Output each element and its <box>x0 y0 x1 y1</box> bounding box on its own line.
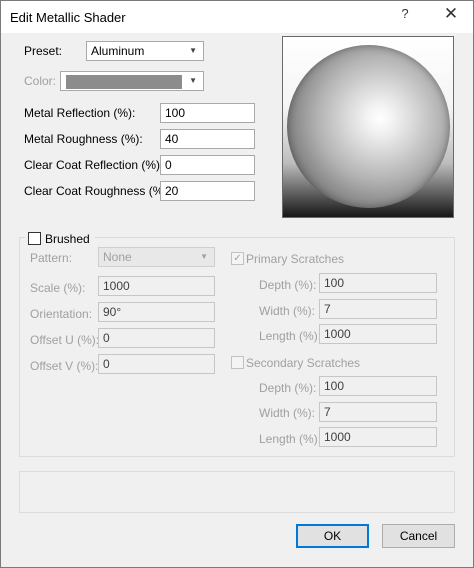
color-swatch <box>66 75 182 89</box>
secondary-length-input[interactable]: 1000 <box>319 427 437 447</box>
cancel-button[interactable]: Cancel <box>382 524 455 548</box>
dialog-window: Edit Metallic Shader ? ✕ Preset: Aluminu… <box>0 0 474 568</box>
primary-depth-label: Depth (%): <box>259 278 317 292</box>
offset-v-input[interactable]: 0 <box>98 354 215 374</box>
pattern-value: None <box>103 250 132 264</box>
primary-width-label: Width (%): <box>259 304 316 318</box>
preview-sphere <box>287 45 450 208</box>
metal-roughness-input[interactable]: 40 <box>160 129 255 149</box>
primary-depth-input[interactable]: 100 <box>319 273 437 293</box>
primary-length-label: Length (%): <box>259 329 322 343</box>
secondary-scratches-checkbox[interactable] <box>231 356 244 369</box>
preset-label: Preset: <box>24 44 63 58</box>
pattern-label: Pattern: <box>30 251 73 265</box>
offset-u-input[interactable]: 0 <box>98 328 215 348</box>
clear-coat-roughness-label: Clear Coat Roughness (%): <box>24 184 171 198</box>
clear-coat-reflection-input[interactable]: 0 <box>160 155 255 175</box>
scale-label: Scale (%): <box>30 281 86 295</box>
clear-coat-reflection-label: Clear Coat Reflection (%): <box>24 158 164 172</box>
offset-v-label: Offset V (%): <box>30 359 99 373</box>
metal-reflection-input[interactable]: 100 <box>160 103 255 123</box>
chevron-down-icon: ▼ <box>189 76 197 85</box>
close-icon[interactable]: ✕ <box>433 3 469 25</box>
brushed-group <box>19 237 455 457</box>
clear-coat-roughness-input[interactable]: 20 <box>160 181 255 201</box>
secondary-depth-label: Depth (%): <box>259 381 317 395</box>
color-picker[interactable]: ▼ <box>60 71 204 91</box>
secondary-length-label: Length (%): <box>259 432 322 446</box>
brushed-checkbox[interactable] <box>28 232 41 245</box>
secondary-width-label: Width (%): <box>259 406 316 420</box>
primary-length-input[interactable]: 1000 <box>319 324 437 344</box>
ok-button[interactable]: OK <box>296 524 369 548</box>
primary-scratches-checkbox[interactable]: ✓ <box>231 252 244 265</box>
brushed-label: Brushed <box>45 232 90 246</box>
chevron-down-icon: ▼ <box>200 252 208 261</box>
status-area <box>19 471 455 513</box>
title-bar: Edit Metallic Shader ? ✕ <box>1 1 473 33</box>
help-icon[interactable]: ? <box>387 3 423 25</box>
preset-value: Aluminum <box>91 44 145 58</box>
primary-scratches-label: Primary Scratches <box>246 252 345 266</box>
metal-reflection-label: Metal Reflection (%): <box>24 106 136 120</box>
secondary-scratches-label: Secondary Scratches <box>246 356 361 370</box>
chevron-down-icon: ▼ <box>189 46 197 55</box>
preset-dropdown[interactable]: Aluminum ▼ <box>86 41 204 61</box>
material-preview <box>282 36 454 218</box>
orientation-input[interactable]: 90° <box>98 302 215 322</box>
orientation-label: Orientation: <box>30 307 93 321</box>
scale-input[interactable]: 1000 <box>98 276 215 296</box>
dialog-title: Edit Metallic Shader <box>10 10 126 25</box>
secondary-width-input[interactable]: 7 <box>319 402 437 422</box>
brushed-header: Brushed <box>25 230 95 246</box>
pattern-dropdown[interactable]: None ▼ <box>98 247 215 267</box>
offset-u-label: Offset U (%): <box>30 333 100 347</box>
primary-width-input[interactable]: 7 <box>319 299 437 319</box>
color-label: Color: <box>24 74 57 88</box>
secondary-depth-input[interactable]: 100 <box>319 376 437 396</box>
metal-roughness-label: Metal Roughness (%): <box>24 132 143 146</box>
